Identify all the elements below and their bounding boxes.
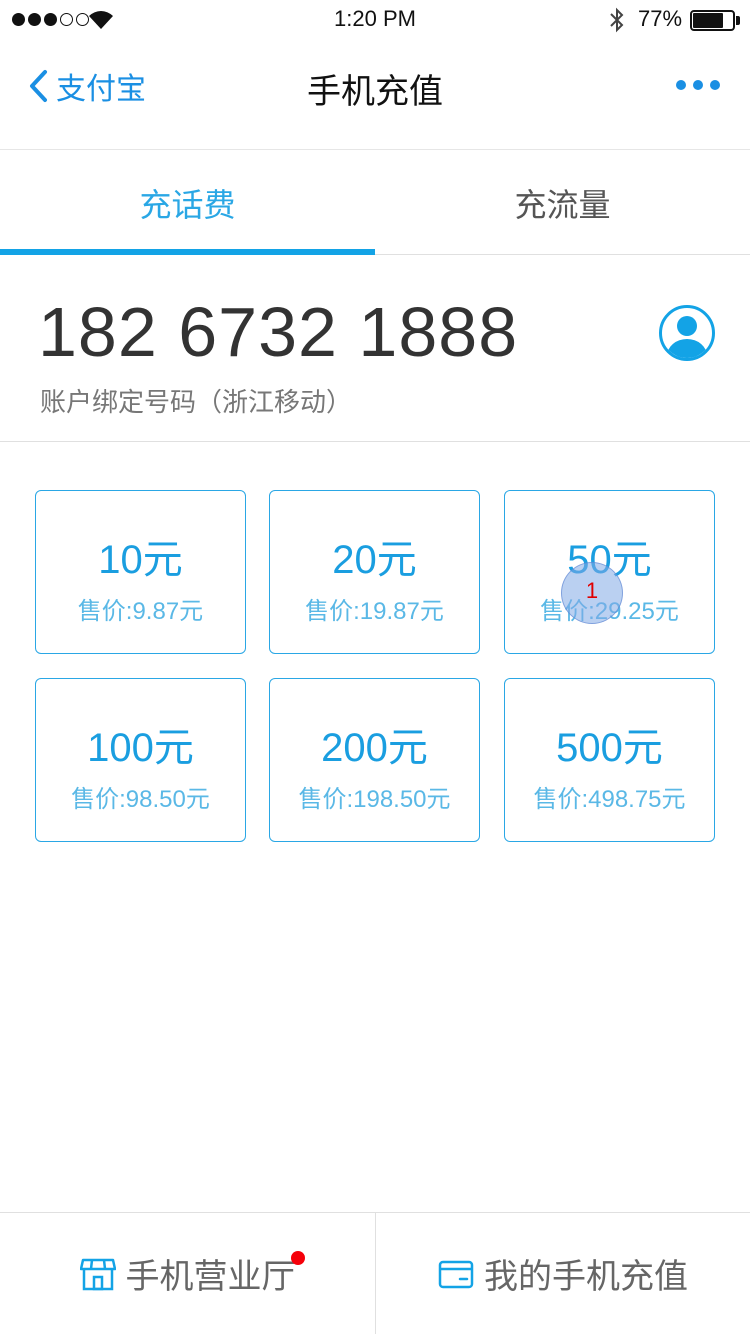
battery-level <box>693 13 723 28</box>
amount-label: 100元 <box>87 726 194 770</box>
amount-label: 10元 <box>98 538 183 582</box>
amount-option-500[interactable]: 500元 售价:498.75元 <box>504 678 715 842</box>
active-tab-indicator <box>0 249 375 255</box>
price-label: 售价:9.87元 <box>77 598 204 625</box>
amount-option-200[interactable]: 200元 售价:198.50元 <box>269 678 480 842</box>
phone-number[interactable]: 182 6732 1888 <box>38 292 518 372</box>
store-icon <box>79 1258 116 1290</box>
battery-percent: 77% <box>638 6 683 31</box>
mobile-store-label: 手机营业厅 <box>125 1257 296 1297</box>
back-button[interactable]: 支付宝 <box>28 64 146 108</box>
bluetooth-icon <box>610 7 624 33</box>
phone-number-description: 账户绑定号码（浙江移动） <box>40 388 353 418</box>
mobile-store-button[interactable]: 手机营业厅 <box>0 1213 375 1334</box>
touch-indicator-label: 1 <box>585 578 599 603</box>
tab-recharge-credit[interactable]: 充话费 <box>0 151 375 255</box>
chevron-left-icon <box>30 70 47 102</box>
amount-option-100[interactable]: 100元 售价:98.50元 <box>35 678 246 842</box>
tab-label: 充话费 <box>139 185 236 224</box>
amount-label: 500元 <box>556 726 663 770</box>
amount-label: 200元 <box>321 726 428 770</box>
bottom-bar: 手机营业厅 我的手机充值 <box>0 1212 750 1334</box>
amount-option-10[interactable]: 10元 售价:9.87元 <box>35 490 246 654</box>
amount-label: 20元 <box>332 538 417 582</box>
price-label: 售价:98.50元 <box>71 786 210 813</box>
navigation-bar: 支付宝 手机充值 <box>0 40 750 150</box>
wallet-icon <box>438 1260 474 1288</box>
more-icon[interactable] <box>676 78 720 92</box>
status-bar: 1:20 PM 77% <box>0 0 750 40</box>
touch-indicator: 1 <box>561 562 623 624</box>
price-label: 售价:498.75元 <box>533 786 686 813</box>
amount-option-20[interactable]: 20元 售价:19.87元 <box>269 490 480 654</box>
phone-number-section: 182 6732 1888 账户绑定号码（浙江移动） <box>0 256 750 442</box>
back-label: 支付宝 <box>56 72 146 107</box>
battery-icon <box>690 10 740 31</box>
notification-dot <box>291 1251 305 1265</box>
tab-bar: 充话费 充流量 <box>0 151 750 255</box>
tab-label: 充流量 <box>514 185 611 224</box>
contact-icon[interactable] <box>658 304 716 362</box>
my-recharge-label: 我的手机充值 <box>484 1257 688 1297</box>
price-label: 售价:198.50元 <box>298 786 451 813</box>
tab-recharge-data[interactable]: 充流量 <box>375 151 750 254</box>
price-label: 售价:19.87元 <box>305 598 444 625</box>
my-recharge-button[interactable]: 我的手机充值 <box>375 1213 750 1334</box>
